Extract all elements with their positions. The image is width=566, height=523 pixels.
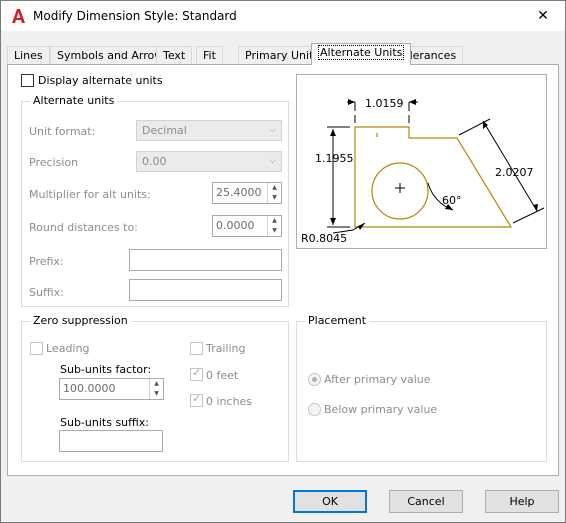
tab-text[interactable]: Text [156, 46, 193, 64]
subunits-suffix-label: Sub-units suffix: [60, 416, 149, 429]
round-distances-stepper[interactable]: 0.0000 ▲ ▼ [212, 215, 282, 237]
multiplier-label: Multiplier for alt units: [29, 188, 151, 201]
dim-left-lines [327, 126, 350, 228]
dim-angle-value: 60° [442, 194, 462, 207]
placement-group-label: Placement [305, 314, 370, 327]
subunits-factor-stepper[interactable]: 100.0000 ▲ ▼ [59, 378, 164, 400]
dialog-window: Modify Dimension Style: Standard ✕ Lines… [0, 0, 566, 523]
trailing-checkbox[interactable] [190, 342, 203, 355]
title-bar: Modify Dimension Style: Standard ✕ [1, 1, 565, 31]
zero-suppression-group-label: Zero suppression [30, 314, 131, 327]
spin-up-icon[interactable]: ▲ [150, 379, 163, 389]
zero-inches-label: 0 inches [206, 395, 253, 408]
cancel-button[interactable]: Cancel [389, 490, 463, 513]
unit-format-select[interactable]: Decimal ⌵ [136, 120, 282, 141]
prefix-label: Prefix: [29, 255, 64, 268]
spin-up-icon[interactable]: ▲ [268, 183, 281, 193]
below-primary-radio[interactable] [308, 403, 321, 416]
after-primary-label: After primary value [324, 373, 431, 386]
stepper-buttons[interactable]: ▲ ▼ [267, 216, 281, 236]
stepper-buttons[interactable]: ▲ ▼ [149, 379, 163, 399]
below-primary-label: Below primary value [324, 403, 438, 416]
multiplier-stepper[interactable]: 25.4000 ▲ ▼ [212, 182, 282, 204]
subunits-suffix-input[interactable] [59, 430, 163, 452]
stepper-buttons[interactable]: ▲ ▼ [267, 183, 281, 203]
dimension-preview-drawing: 1.0159 1.1955 2.0207 60° R0.8045 [301, 97, 545, 245]
alternate-units-group-label: Alternate units [30, 94, 118, 107]
dim-right-value: 2.0207 [495, 166, 534, 179]
unit-format-label: Unit format: [29, 125, 96, 138]
display-alt-units-checkbox[interactable] [21, 74, 34, 87]
precision-select[interactable]: 0.00 ⌵ [136, 151, 282, 172]
zero-feet-label: 0 feet [206, 369, 239, 382]
autocad-app-icon [12, 9, 25, 23]
preview-panel: 1.0159 1.1955 2.0207 60° R0.8045 [296, 74, 547, 249]
ok-button[interactable]: OK [293, 490, 367, 513]
dim-left-value: 1.1955 [315, 152, 354, 165]
leading-checkbox[interactable] [30, 342, 43, 355]
suffix-label: Suffix: [29, 286, 64, 299]
dim-top-value: 1.0159 [365, 97, 404, 110]
after-primary-radio[interactable] [308, 373, 321, 386]
precision-label: Precision [29, 156, 79, 169]
chevron-down-icon: ⌵ [269, 125, 276, 135]
suffix-input[interactable] [129, 279, 282, 301]
spin-down-icon[interactable]: ▼ [268, 193, 281, 203]
prefix-input[interactable] [129, 249, 282, 271]
close-button[interactable]: ✕ [521, 1, 565, 31]
dim-radius-value: R0.8045 [301, 232, 347, 245]
help-button[interactable]: Help [485, 490, 559, 513]
tab-lines[interactable]: Lines [7, 46, 50, 64]
zero-inches-checkbox[interactable] [190, 392, 203, 407]
spin-down-icon[interactable]: ▼ [268, 226, 281, 236]
tab-alternate-units[interactable]: Alternate Units [311, 43, 412, 65]
spin-up-icon[interactable]: ▲ [268, 216, 281, 226]
window-title: Modify Dimension Style: Standard [33, 9, 237, 23]
round-distances-label: Round distances to: [29, 221, 138, 234]
zero-feet-checkbox[interactable] [190, 366, 203, 381]
trailing-label: Trailing [206, 342, 246, 355]
part-outline [354, 126, 513, 228]
display-alt-units-label: Display alternate units [38, 74, 163, 87]
close-icon: ✕ [537, 8, 549, 24]
placement-group: Placement [296, 314, 547, 462]
center-mark-icon [395, 183, 405, 193]
subunits-factor-label: Sub-units factor: [60, 363, 152, 376]
tab-fit[interactable]: Fit [196, 46, 223, 64]
chevron-down-icon: ⌵ [269, 156, 276, 166]
spin-down-icon[interactable]: ▼ [150, 389, 163, 399]
leading-label: Leading [46, 342, 90, 355]
